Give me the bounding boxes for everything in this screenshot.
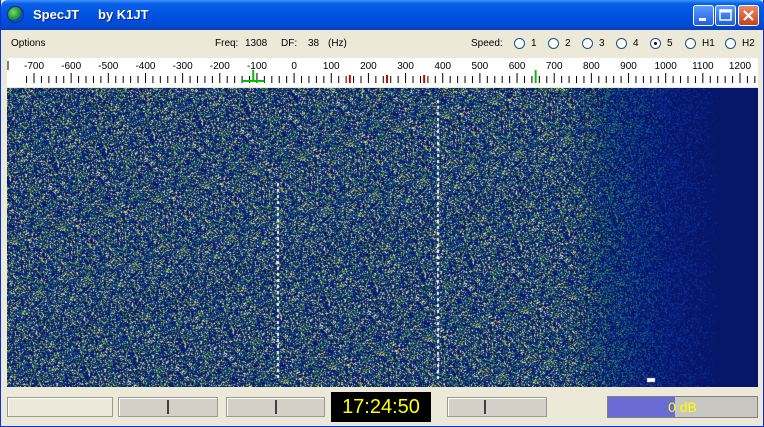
scale-tick-label: 1200 bbox=[729, 61, 752, 72]
scale-tick-label: 100 bbox=[323, 61, 340, 72]
scale-tick-label: 400 bbox=[434, 61, 451, 72]
radio-icon bbox=[548, 38, 559, 49]
speed-option-label: H2 bbox=[742, 38, 755, 49]
scale-tick-label: -300 bbox=[173, 61, 193, 72]
signal-level-meter: 0 dB bbox=[607, 396, 758, 418]
scale-tick-label: -200 bbox=[210, 61, 230, 72]
speed-label: Speed: bbox=[471, 38, 503, 49]
options-bar: Options Freq: 1308 DF: 38 (Hz) Speed: 1 … bbox=[1, 30, 763, 57]
speed-option-label: 3 bbox=[599, 38, 605, 49]
scale-tick-label: -500 bbox=[98, 61, 118, 72]
scale-tick-label: 1000 bbox=[655, 61, 678, 72]
speed-radio-4[interactable]: 4 bbox=[616, 37, 639, 50]
scale-tick-label: 900 bbox=[620, 61, 637, 72]
close-button[interactable] bbox=[738, 5, 759, 26]
window-title: SpecJT bbox=[33, 7, 80, 22]
status-field-blank bbox=[7, 397, 113, 417]
speed-radio-h1[interactable]: H1 bbox=[685, 37, 715, 50]
radio-icon bbox=[650, 38, 661, 49]
speed-option-label: 1 bbox=[531, 38, 537, 49]
menu-options[interactable]: Options bbox=[11, 38, 45, 49]
df-value: 38 bbox=[308, 38, 320, 49]
scale-tick-label: 200 bbox=[360, 61, 377, 72]
frequency-scale[interactable]: -700 -600 -500 -400 -300 -200 -100 0 100 200 300 40… bbox=[7, 58, 758, 87]
radio-icon bbox=[725, 38, 736, 49]
scale-tick-label: -400 bbox=[135, 61, 155, 72]
slider-thumb[interactable] bbox=[484, 400, 486, 414]
speed-radio-1[interactable]: 1 bbox=[514, 37, 537, 50]
minimize-button[interactable] bbox=[693, 5, 714, 26]
freq-label: Freq: bbox=[215, 38, 239, 49]
globe-icon bbox=[7, 6, 24, 23]
scale-tick-label: 600 bbox=[509, 61, 526, 72]
scale-tick-label: 1100 bbox=[692, 61, 714, 72]
waterfall-canvas bbox=[7, 88, 758, 387]
speed-radio-5[interactable]: 5 bbox=[650, 37, 673, 50]
speed-option-label: 4 bbox=[633, 38, 639, 49]
speed-radio-3[interactable]: 3 bbox=[582, 37, 605, 50]
minimize-icon bbox=[699, 18, 706, 21]
radio-icon bbox=[616, 38, 627, 49]
scale-tick-label: 500 bbox=[472, 61, 489, 72]
maximize-icon bbox=[719, 9, 732, 21]
radio-icon bbox=[582, 38, 593, 49]
gain-slider[interactable] bbox=[447, 397, 547, 417]
df-unit: (Hz) bbox=[328, 38, 347, 49]
scale-tick-label: -100 bbox=[247, 61, 267, 72]
scale-tick-label: 0 bbox=[291, 61, 297, 72]
frequency-scale-svg: -700 -600 -500 -400 -300 -200 -100 0 100 200 300 40… bbox=[7, 61, 756, 83]
app-window: SpecJT by K1JT Options Freq: 1308 DF: 38… bbox=[0, 0, 764, 427]
scale-tick-label: 700 bbox=[546, 61, 563, 72]
waterfall-display[interactable] bbox=[7, 88, 758, 387]
speed-option-label: 5 bbox=[667, 38, 673, 49]
scale-tick-label: 800 bbox=[583, 61, 600, 72]
level-text: 0 dB bbox=[668, 399, 697, 415]
radio-icon bbox=[514, 38, 525, 49]
radio-icon bbox=[685, 38, 696, 49]
title-bar[interactable]: SpecJT by K1JT bbox=[1, 0, 764, 30]
scale-tick-label: -600 bbox=[61, 61, 81, 72]
speed-option-label: 2 bbox=[565, 38, 571, 49]
utc-clock: 17:24:50 bbox=[331, 392, 431, 422]
speed-option-label: H1 bbox=[702, 38, 715, 49]
df-label: DF: bbox=[281, 38, 298, 49]
brightness-slider[interactable] bbox=[118, 397, 218, 417]
speed-radio-h2[interactable]: H2 bbox=[725, 37, 755, 50]
contrast-slider[interactable] bbox=[226, 397, 325, 417]
scale-tick-label: 300 bbox=[397, 61, 414, 72]
scale-tick-label: -700 bbox=[24, 61, 44, 72]
window-author: by K1JT bbox=[98, 7, 149, 22]
speed-radio-2[interactable]: 2 bbox=[548, 37, 571, 50]
freq-value: 1308 bbox=[245, 38, 268, 49]
slider-thumb[interactable] bbox=[275, 400, 277, 414]
close-icon bbox=[743, 10, 754, 21]
slider-thumb[interactable] bbox=[167, 400, 169, 414]
maximize-button[interactable] bbox=[715, 5, 736, 26]
